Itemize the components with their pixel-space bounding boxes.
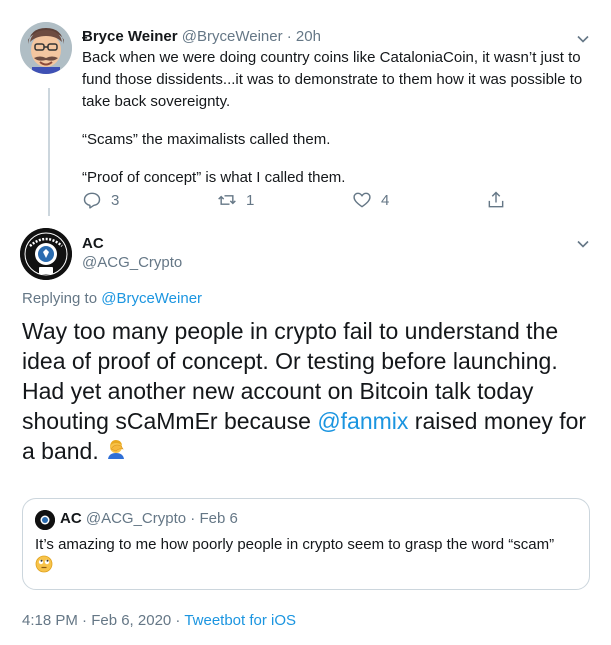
share-action[interactable] [486,188,506,212]
diamond-record-logo-icon [20,228,72,280]
quote-text-content: It’s amazing to me how poorly people in … [35,536,555,553]
tweet-paragraph: “Scams” the maximalists called them. [82,131,331,148]
eyeroll-emoji [35,555,53,579]
reply-icon [83,192,101,209]
quote-text: It’s amazing to me how poorly people in … [35,535,583,579]
retweet-action[interactable]: 1 [217,188,254,212]
display-name[interactable]: AC [82,235,104,252]
handle[interactable]: @ACG_Crypto [82,254,182,271]
like-count: 4 [381,191,390,209]
chevron-down-icon[interactable] [575,236,591,252]
timestamp[interactable]: · 20h [287,28,321,45]
tweet-text: Back when we were doing country coins li… [82,47,587,189]
quote-display-name: AC [60,510,82,527]
tweet-datetime[interactable]: 4:18 PM · Feb 6, 2020 · [22,612,184,629]
quoted-tweet[interactable]: AC @ACG_Crypto · Feb 6 It’s amazing to m… [22,498,590,590]
retweet-count: 1 [246,191,255,209]
thread-connector-line [48,88,50,216]
display-name[interactable]: Ƀryce Weiner [82,28,178,45]
reply-action[interactable]: 3 [82,188,119,212]
facepalm-emoji [105,437,129,468]
replying-to-mention[interactable]: @BryceWeiner [101,290,202,307]
retweet-icon [218,195,236,205]
tweet-header: Ƀryce Weiner @BryceWeiner · 20h [82,28,321,45]
chevron-down-icon[interactable] [575,31,591,47]
replying-to: Replying to @BryceWeiner [22,290,202,307]
quote-timestamp: · Feb 6 [190,510,238,527]
avatar[interactable] [20,22,72,74]
heart-icon [353,192,371,208]
tweet-paragraph: “Proof of concept” is what I called them… [82,169,346,186]
handle[interactable]: @BryceWeiner [182,28,283,45]
diamond-record-logo-icon [35,510,55,530]
quote-header: AC @ACG_Crypto · Feb 6 [60,510,238,527]
main-tweet-text: Way too many people in crypto fail to un… [22,316,592,468]
share-icon [488,191,504,208]
tweet-paragraph: Back when we were doing country coins li… [82,49,583,110]
reply-count: 3 [111,191,120,209]
quote-handle: @ACG_Crypto [85,510,187,527]
quote-avatar [35,510,55,530]
avatar[interactable] [20,228,72,280]
avatar-cartoon-icon [20,22,72,74]
mention-link[interactable]: @fanmix [317,408,408,434]
like-action[interactable]: 4 [352,188,389,212]
tweet-timestamp-footer: 4:18 PM · Feb 6, 2020 · Tweetbot for iOS [22,612,296,629]
replying-to-label: Replying to [22,290,102,307]
client-link[interactable]: Tweetbot for iOS [184,612,296,629]
